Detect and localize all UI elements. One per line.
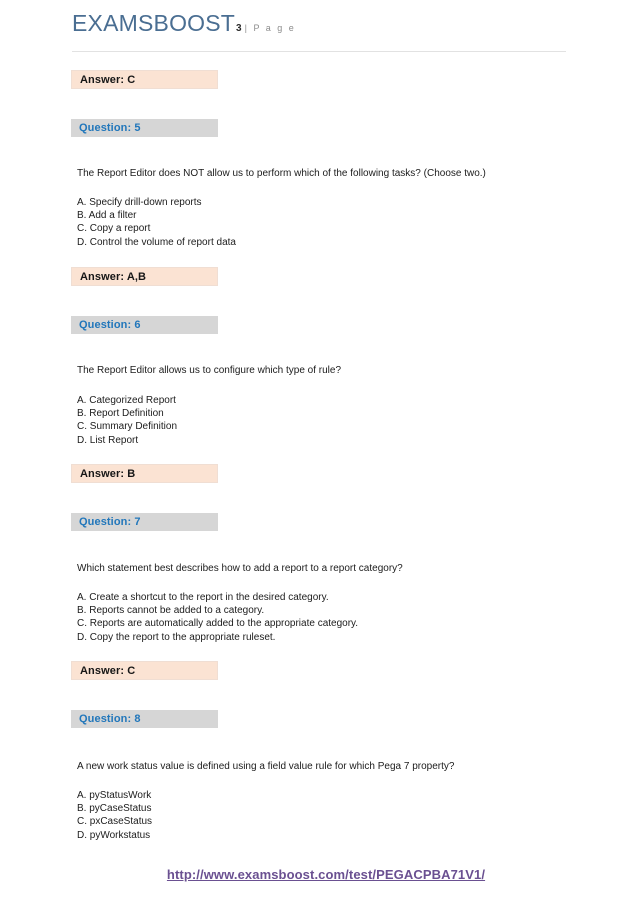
header-divider: [72, 51, 566, 52]
answer-label: Answer: C: [80, 664, 136, 677]
list-item: A. Categorized Report: [77, 395, 176, 406]
question-label: Question: 5: [79, 122, 141, 134]
question-label: Question: 6: [79, 319, 141, 331]
option-list: A. Categorized Report B. Report Definiti…: [77, 394, 577, 447]
document-page: EXAMSBOOST 3 | P a g e Answer: C Questio…: [0, 0, 638, 903]
list-item: C. pxCaseStatus: [77, 816, 153, 828]
question-box: Question: 5: [71, 119, 218, 137]
answer-label: Answer: A,B: [80, 270, 147, 283]
page-label: | P a g e: [244, 23, 296, 33]
answer-label: Answer: C: [80, 73, 136, 86]
brand-title: EXAMSBOOST: [72, 10, 236, 36]
answer-box: Answer: B: [71, 464, 218, 483]
list-item: C. Reports are automatically added to th…: [77, 618, 359, 630]
question-text: The Report Editor allows us to configure…: [77, 365, 342, 376]
question-box: Question: 8: [71, 710, 218, 728]
answer-box: Answer: A,B: [71, 267, 218, 286]
option-list: A. Specify drill-down reports B. Add a f…: [77, 196, 577, 249]
page-header: EXAMSBOOST 3 | P a g e: [72, 12, 566, 35]
question-text: Which statement best describes how to ad…: [77, 563, 403, 574]
list-item: A. Specify drill-down reports: [77, 197, 202, 208]
list-item: B. Report Definition: [77, 408, 164, 420]
list-item: D. Copy the report to the appropriate ru…: [77, 631, 276, 643]
list-item: C. Summary Definition: [77, 421, 178, 433]
question-box: Question: 7: [71, 513, 218, 531]
answer-box: Answer: C: [71, 661, 218, 680]
question-box: Question: 6: [71, 316, 218, 334]
question-label: Question: 7: [79, 516, 141, 528]
list-item: B. Add a filter: [77, 210, 137, 222]
footer: http://www.examsboost.com/test/PEGACPBA7…: [0, 866, 638, 884]
answer-label: Answer: B: [80, 467, 136, 480]
question-text: A new work status value is defined using…: [77, 761, 455, 772]
list-item: B. pyCaseStatus: [77, 803, 152, 815]
list-item: B. Reports cannot be added to a category…: [77, 605, 265, 617]
question-text: The Report Editor does NOT allow us to p…: [77, 168, 486, 179]
list-item: D. Control the volume of report data: [77, 236, 236, 248]
list-item: A. pyStatusWork: [77, 790, 152, 801]
list-item: D. List Report: [77, 434, 139, 446]
answer-box: Answer: C: [71, 70, 218, 89]
footer-url-link[interactable]: http://www.examsboost.com/test/PEGACPBA7…: [167, 867, 485, 882]
page-number: 3: [236, 23, 242, 34]
option-list: A. pyStatusWork B. pyCaseStatus C. pxCas…: [77, 789, 577, 842]
question-label: Question: 8: [79, 713, 141, 725]
list-item: C. Copy a report: [77, 223, 151, 235]
option-list: A. Create a shortcut to the report in th…: [77, 591, 577, 644]
list-item: D. pyWorkstatus: [77, 829, 151, 841]
list-item: A. Create a shortcut to the report in th…: [77, 592, 329, 603]
